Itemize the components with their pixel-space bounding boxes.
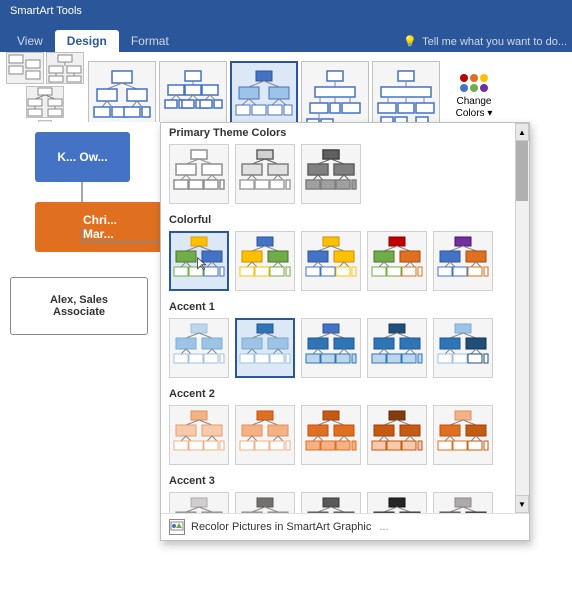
- colorful-swatches-row: [161, 229, 529, 297]
- mini-thumb-1[interactable]: [6, 52, 44, 84]
- dot-orange: [470, 74, 478, 82]
- mini-thumb-2[interactable]: [46, 52, 84, 84]
- dot-purple: [480, 84, 488, 92]
- recolor-icon: [169, 519, 185, 535]
- title-text: SmartArt Tools: [10, 5, 82, 17]
- swatch-accent2-1[interactable]: [169, 405, 229, 465]
- scrollbar-down[interactable]: ▼: [515, 495, 529, 513]
- swatch-accent1-2[interactable]: [235, 318, 295, 378]
- mini-thumb-3[interactable]: [26, 86, 64, 118]
- recolor-label: Recolor Pictures in SmartArt Graphic: [191, 521, 371, 533]
- swatch-accent3-2[interactable]: [235, 492, 295, 513]
- swatch-colorful-2[interactable]: [235, 231, 295, 291]
- section-primary-label: Primary Theme Colors: [161, 123, 529, 142]
- swatch-accent3-4[interactable]: [367, 492, 427, 513]
- dot-red: [460, 74, 468, 82]
- swatch-accent3-1[interactable]: [169, 492, 229, 513]
- change-colors-dropdown: Primary Theme Colors: [160, 122, 530, 541]
- scrollbar-thumb[interactable]: [516, 141, 528, 201]
- recolor-pictures-button[interactable]: Recolor Pictures in SmartArt Graphic ...: [161, 513, 529, 540]
- section-accent2-label: Accent 2: [161, 384, 529, 403]
- ribbon-search: 💡 Tell me what you want to do...: [403, 35, 567, 52]
- section-colorful-label: Colorful: [161, 210, 529, 229]
- swatch-accent1-1[interactable]: [169, 318, 229, 378]
- dot-blue: [460, 84, 468, 92]
- swatch-accent3-3[interactable]: [301, 492, 361, 513]
- swatch-primary-3[interactable]: [301, 144, 361, 204]
- swatch-accent3-5[interactable]: [433, 492, 493, 513]
- swatch-accent2-3[interactable]: [301, 405, 361, 465]
- scrollbar-up[interactable]: ▲: [515, 123, 529, 141]
- node-owner[interactable]: K... Ow...: [35, 132, 130, 182]
- primary-swatches-row: [161, 142, 529, 210]
- swatch-accent1-3[interactable]: [301, 318, 361, 378]
- swatch-colorful-5[interactable]: [433, 231, 493, 291]
- accent3-swatches-row: [161, 490, 529, 513]
- swatch-accent2-2[interactable]: [235, 405, 295, 465]
- swatch-primary-1[interactable]: [169, 144, 229, 204]
- color-dots-icon: [460, 74, 488, 92]
- ellipsis: ...: [379, 521, 388, 533]
- ribbon-tabs: View Design Format 💡 Tell me what you wa…: [0, 22, 572, 52]
- scrollbar-track: ▲ ▼: [515, 123, 529, 513]
- tab-format[interactable]: Format: [119, 30, 181, 52]
- swatch-accent2-4[interactable]: [367, 405, 427, 465]
- section-accent1-label: Accent 1: [161, 297, 529, 316]
- layout-thumb-row-2: [26, 86, 64, 118]
- swatch-accent1-4[interactable]: [367, 318, 427, 378]
- dot-green: [470, 84, 478, 92]
- tab-design[interactable]: Design: [55, 30, 119, 52]
- tab-view[interactable]: View: [5, 30, 55, 52]
- swatch-primary-2[interactable]: [235, 144, 295, 204]
- swatch-colorful-4[interactable]: [367, 231, 427, 291]
- node-chris[interactable]: Chri...Mar...: [35, 202, 165, 252]
- swatch-accent2-5[interactable]: [433, 405, 493, 465]
- section-accent3-label: Accent 3: [161, 471, 529, 490]
- swatch-accent1-5[interactable]: [433, 318, 493, 378]
- dropdown-scroll[interactable]: Primary Theme Colors: [161, 123, 529, 513]
- swatch-colorful-3[interactable]: [301, 231, 361, 291]
- node-alex[interactable]: Alex, SalesAssociate: [10, 277, 148, 335]
- change-colors-label: ChangeColors ▾: [456, 96, 493, 120]
- title-bar: SmartArt Tools: [0, 0, 572, 22]
- accent2-swatches-row: [161, 403, 529, 471]
- search-hint: Tell me what you want to do...: [422, 36, 567, 48]
- layout-thumb-row-1: [6, 52, 84, 84]
- accent1-swatches-row: [161, 316, 529, 384]
- swatch-colorful-1[interactable]: [169, 231, 229, 291]
- lightbulb-icon: 💡: [403, 35, 417, 48]
- dot-yellow: [480, 74, 488, 82]
